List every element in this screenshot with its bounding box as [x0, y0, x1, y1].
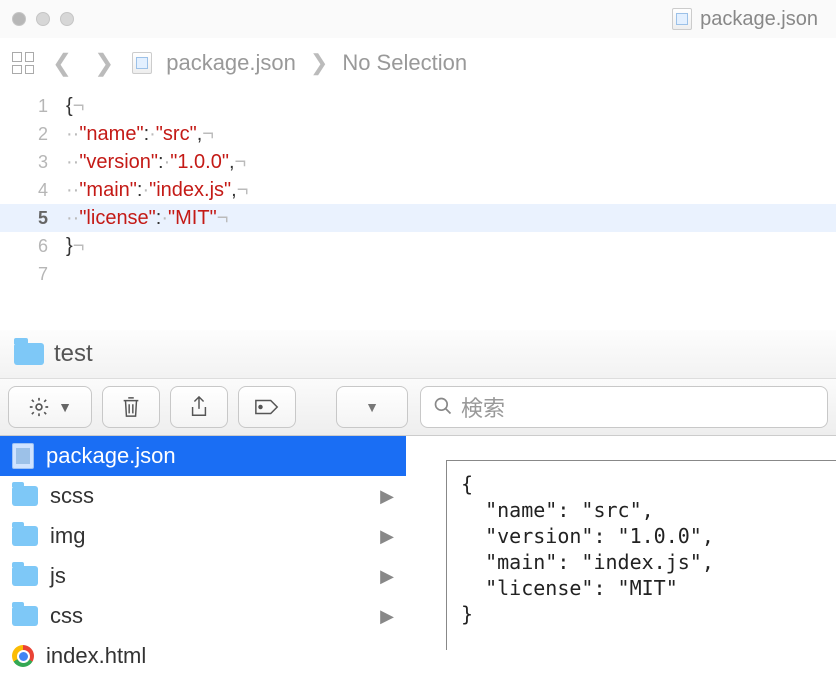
share-button[interactable]: [170, 386, 228, 428]
code-line-1[interactable]: {¬: [66, 92, 84, 120]
breadcrumb: ❮ ❯ package.json ❯ No Selection: [0, 38, 836, 88]
list-item-label: scss: [50, 483, 94, 509]
file-list[interactable]: package.json scss ▶ img ▶ js ▶ css ▶: [0, 436, 406, 683]
code-editor[interactable]: 1{¬ 2··"name":·"src",¬ 3··"version":·"1.…: [0, 88, 836, 288]
minimize-icon[interactable]: [36, 12, 50, 26]
disclosure-arrow-icon: ▶: [380, 566, 394, 587]
file-icon: [132, 52, 152, 74]
list-item[interactable]: index.html: [0, 636, 406, 676]
line-number: 1: [0, 92, 66, 120]
gear-icon: [28, 396, 50, 418]
tags-button[interactable]: [238, 386, 296, 428]
search-icon: [433, 392, 453, 423]
finder-title: test: [54, 340, 93, 368]
line-number: 3: [0, 148, 66, 176]
disclosure-arrow-icon: ▶: [380, 606, 394, 627]
folder-icon: [14, 343, 44, 365]
grid-icon[interactable]: [12, 52, 34, 74]
editor-window: package.json ❮ ❯ package.json ❯ No Selec…: [0, 0, 836, 330]
title-filename: package.json: [700, 8, 818, 31]
finder-window: test ▼ ▼ 検索: [0, 330, 836, 683]
editor-titlebar: package.json: [0, 0, 836, 38]
folder-icon: [12, 566, 38, 586]
window-title: package.json: [74, 8, 824, 31]
list-item-label: js: [50, 563, 66, 589]
line-number: 4: [0, 176, 66, 204]
list-item-label: package.json: [46, 443, 176, 469]
list-item[interactable]: img ▶: [0, 516, 406, 556]
folder-icon: [12, 606, 38, 626]
code-line-3[interactable]: ··"version":·"1.0.0",¬: [66, 148, 246, 176]
line-number: 5: [0, 204, 66, 232]
action-menu-button[interactable]: ▼: [8, 386, 92, 428]
line-number: 2: [0, 120, 66, 148]
view-options-dropdown[interactable]: ▼: [336, 386, 408, 428]
code-line-6[interactable]: }¬: [66, 232, 84, 260]
finder-content: package.json scss ▶ img ▶ js ▶ css ▶: [0, 436, 836, 683]
list-item[interactable]: package.json: [0, 436, 406, 476]
preview-pane: { "name": "src", "version": "1.0.0", "ma…: [406, 436, 836, 683]
finder-toolbar: ▼ ▼ 検索: [0, 378, 836, 436]
list-item[interactable]: scss ▶: [0, 476, 406, 516]
code-line-4[interactable]: ··"main":·"index.js",¬: [66, 176, 248, 204]
delete-button[interactable]: [102, 386, 160, 428]
chevron-right-icon: ❯: [310, 50, 328, 76]
preview-content: { "name": "src", "version": "1.0.0", "ma…: [446, 460, 836, 650]
nav-back-button[interactable]: ❮: [48, 49, 76, 78]
chrome-icon: [12, 645, 34, 667]
share-icon: [188, 395, 210, 419]
search-input[interactable]: 検索: [420, 386, 828, 428]
line-number: 6: [0, 232, 66, 260]
line-number: 7: [0, 260, 66, 288]
list-item-label: img: [50, 523, 85, 549]
file-icon: [672, 8, 692, 30]
disclosure-arrow-icon: ▶: [380, 526, 394, 547]
list-item[interactable]: css ▶: [0, 596, 406, 636]
chevron-down-icon: ▼: [365, 399, 379, 415]
disclosure-arrow-icon: ▶: [380, 486, 394, 507]
tag-icon: [254, 397, 280, 417]
list-item-label: index.html: [46, 643, 146, 669]
code-line-2[interactable]: ··"name":·"src",¬: [66, 120, 214, 148]
code-line-5[interactable]: ··"license":·"MIT"¬: [66, 204, 228, 232]
list-item-label: css: [50, 603, 83, 629]
finder-titlebar: test: [0, 330, 836, 378]
trash-icon: [120, 395, 142, 419]
folder-icon: [12, 526, 38, 546]
window-controls[interactable]: [12, 12, 74, 26]
folder-icon: [12, 486, 38, 506]
breadcrumb-file[interactable]: package.json: [166, 50, 296, 76]
zoom-icon[interactable]: [60, 12, 74, 26]
file-icon: [12, 443, 34, 469]
nav-forward-button[interactable]: ❯: [90, 49, 118, 78]
list-item[interactable]: js ▶: [0, 556, 406, 596]
chevron-down-icon: ▼: [58, 399, 72, 415]
search-placeholder: 検索: [461, 391, 505, 423]
close-icon[interactable]: [12, 12, 26, 26]
breadcrumb-selection: No Selection: [342, 50, 467, 76]
